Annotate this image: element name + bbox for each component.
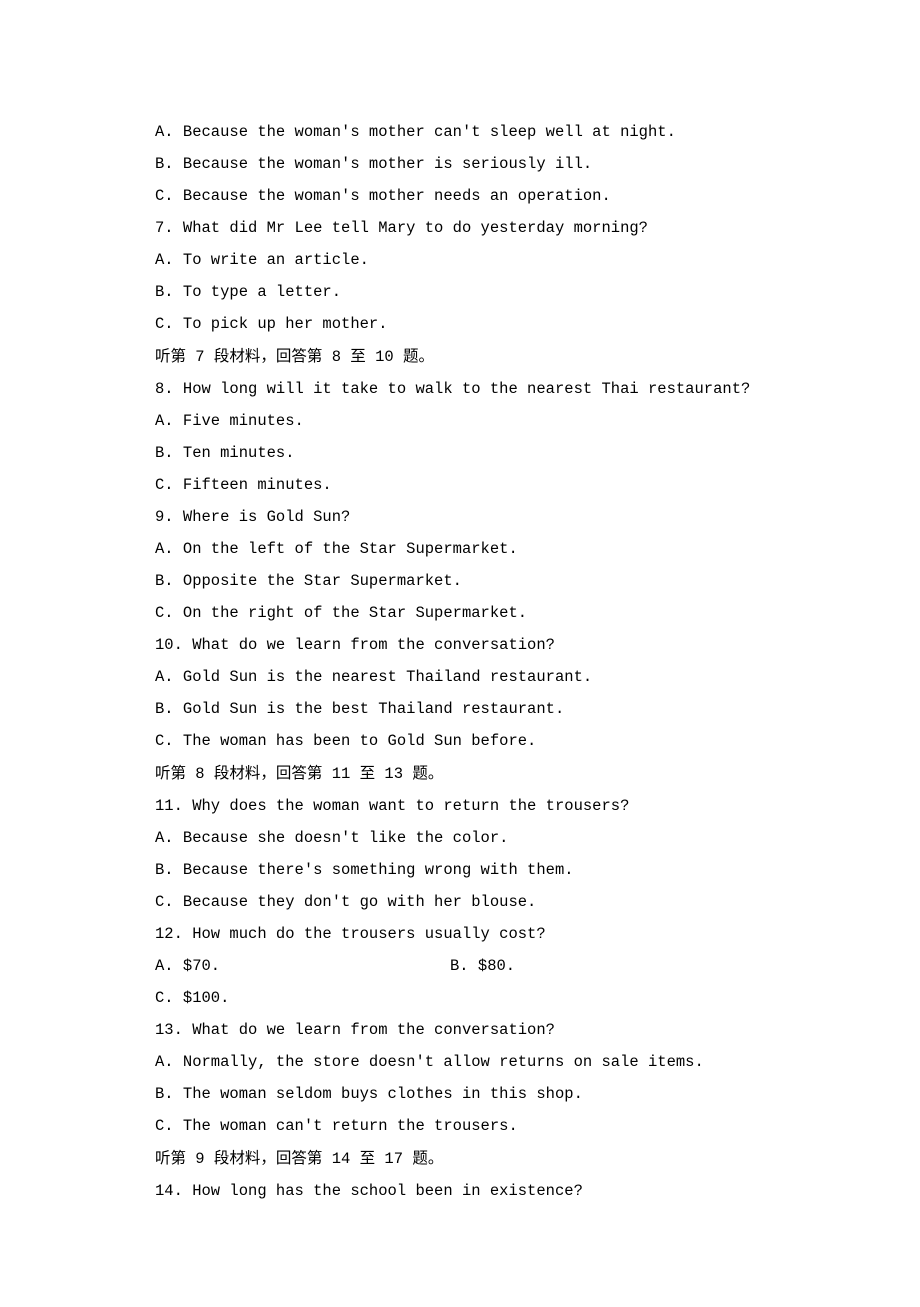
text-line: C. $100. — [155, 982, 765, 1014]
text-line: 听第 7 段材料，回答第 8 至 10 题。 — [155, 341, 765, 373]
text-line: 14. How long has the school been in exis… — [155, 1175, 765, 1207]
text-line: B. Opposite the Star Supermarket. — [155, 565, 765, 597]
text-line: B. Because there's something wrong with … — [155, 854, 765, 886]
text-line: A. Because she doesn't like the color. — [155, 822, 765, 854]
text-line: A. Because the woman's mother can't slee… — [155, 116, 765, 148]
text-line: A. On the left of the Star Supermarket. — [155, 533, 765, 565]
answer-row: A. $70. B. $80. — [155, 950, 765, 982]
text-line: 8. How long will it take to walk to the … — [155, 373, 765, 405]
text-line: B. Gold Sun is the best Thailand restaur… — [155, 693, 765, 725]
text-line: A. Five minutes. — [155, 405, 765, 437]
document-page: A. Because the woman's mother can't slee… — [0, 0, 920, 1307]
text-line: B. Ten minutes. — [155, 437, 765, 469]
text-line: B. To type a letter. — [155, 276, 765, 308]
text-line: 10. What do we learn from the conversati… — [155, 629, 765, 661]
text-line: C. The woman can't return the trousers. — [155, 1110, 765, 1142]
text-line: 12. How much do the trousers usually cos… — [155, 918, 765, 950]
text-line: C. The woman has been to Gold Sun before… — [155, 725, 765, 757]
option-a: A. $70. — [155, 950, 450, 982]
text-line: A. Normally, the store doesn't allow ret… — [155, 1046, 765, 1078]
text-line: 7. What did Mr Lee tell Mary to do yeste… — [155, 212, 765, 244]
text-line: 11. Why does the woman want to return th… — [155, 790, 765, 822]
text-line: C. Fifteen minutes. — [155, 469, 765, 501]
text-line: B. The woman seldom buys clothes in this… — [155, 1078, 765, 1110]
text-line: 9. Where is Gold Sun? — [155, 501, 765, 533]
text-line: 听第 9 段材料，回答第 14 至 17 题。 — [155, 1143, 765, 1175]
text-line: A. Gold Sun is the nearest Thailand rest… — [155, 661, 765, 693]
text-line: B. Because the woman's mother is serious… — [155, 148, 765, 180]
text-line: A. To write an article. — [155, 244, 765, 276]
text-line: C. Because they don't go with her blouse… — [155, 886, 765, 918]
option-b: B. $80. — [450, 950, 515, 982]
text-line: 13. What do we learn from the conversati… — [155, 1014, 765, 1046]
text-line: 听第 8 段材料，回答第 11 至 13 题。 — [155, 758, 765, 790]
text-line: C. Because the woman's mother needs an o… — [155, 180, 765, 212]
text-line: C. To pick up her mother. — [155, 308, 765, 340]
text-line: C. On the right of the Star Supermarket. — [155, 597, 765, 629]
